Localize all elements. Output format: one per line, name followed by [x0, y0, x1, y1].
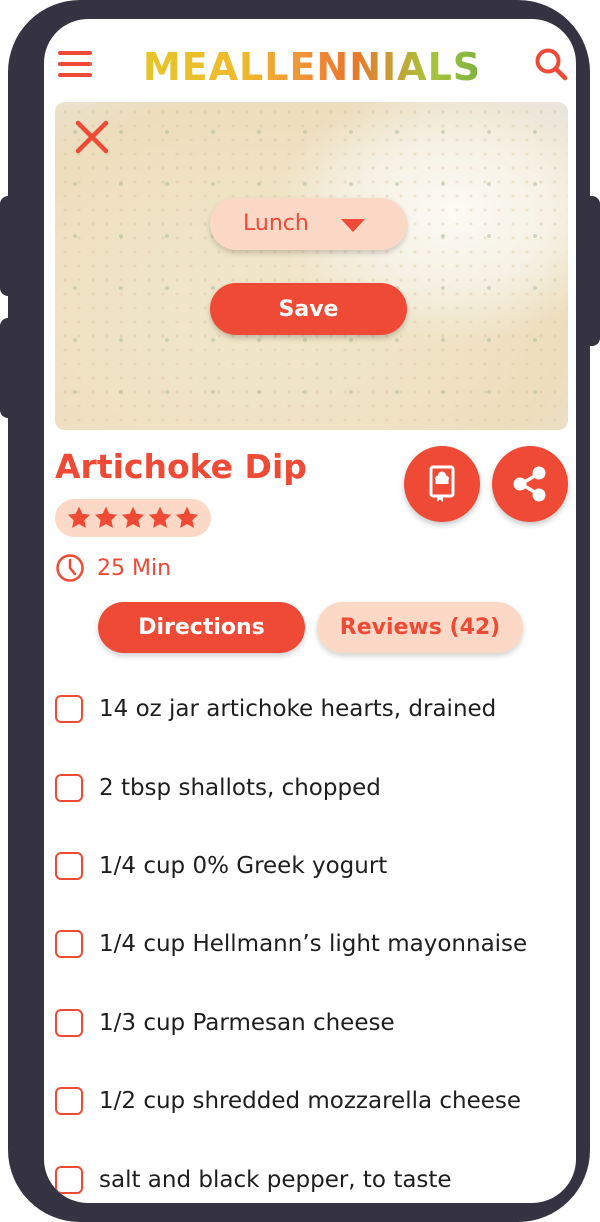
ingredient-text: 1/4 cup Hellmann’s light mayonnaise — [99, 931, 528, 957]
star-icon — [148, 506, 172, 528]
ingredient-text: salt and black pepper, to taste — [99, 1167, 452, 1193]
ingredient-text: 14 oz jar artichoke hearts, drained — [99, 696, 497, 722]
search-icon[interactable] — [533, 46, 569, 82]
add-to-cookbook-button[interactable] — [404, 446, 480, 522]
tab-reviews[interactable]: Reviews (42) — [317, 602, 523, 653]
ingredient-checkbox[interactable] — [55, 852, 83, 880]
recipe-hero-image: Lunch Save — [55, 102, 568, 430]
ingredient-checkbox[interactable] — [55, 930, 83, 958]
ingredient-checkbox[interactable] — [55, 695, 83, 723]
share-button[interactable] — [492, 446, 568, 522]
ingredient-item[interactable]: 1/3 cup Parmesan cheese — [55, 1003, 395, 1043]
cook-time: 25 Min — [55, 552, 171, 584]
app-screen: MEALLENNIALS Lunch Save Artichoke Dip 25… — [44, 19, 576, 1203]
ingredient-item[interactable]: 2 tbsp shallots, chopped — [55, 768, 381, 808]
meal-type-dropdown[interactable]: Lunch — [210, 198, 407, 250]
clock-icon — [56, 554, 84, 582]
ingredient-checkbox[interactable] — [55, 1087, 83, 1115]
share-icon — [513, 466, 546, 502]
star-icon — [94, 506, 118, 528]
ingredient-text: 1/4 cup 0% Greek yogurt — [99, 853, 388, 879]
save-button[interactable]: Save — [210, 283, 407, 335]
tab-directions[interactable]: Directions — [98, 602, 305, 653]
star-rating — [55, 499, 211, 537]
volume-down-button — [0, 318, 14, 418]
meal-type-value: Lunch — [243, 211, 309, 236]
ingredient-item[interactable]: 14 oz jar artichoke hearts, drained — [55, 689, 496, 729]
star-icon — [67, 506, 91, 528]
caret-down-icon — [341, 219, 365, 232]
cook-time-text: 25 Min — [97, 555, 172, 581]
ingredient-text: 2 tbsp shallots, chopped — [99, 775, 381, 801]
star-icon — [175, 506, 199, 528]
star-icon — [121, 506, 145, 528]
ingredient-checkbox[interactable] — [55, 1009, 83, 1037]
hero-overlay — [55, 102, 568, 430]
ingredient-item[interactable]: 1/4 cup 0% Greek yogurt — [55, 846, 387, 886]
cookbook-icon — [429, 465, 455, 502]
ingredient-checkbox[interactable] — [55, 1166, 83, 1194]
ingredient-text: 1/3 cup Parmesan cheese — [99, 1010, 395, 1036]
close-icon[interactable] — [74, 119, 110, 155]
volume-up-button — [0, 196, 14, 296]
power-button — [586, 196, 600, 346]
ingredient-item[interactable]: salt and black pepper, to taste — [55, 1160, 452, 1200]
hamburger-menu-icon[interactable] — [58, 51, 92, 77]
ingredient-item[interactable]: 1/4 cup Hellmann’s light mayonnaise — [55, 924, 527, 964]
ingredient-text: 1/2 cup shredded mozzarella cheese — [99, 1088, 522, 1114]
recipe-title: Artichoke Dip — [55, 447, 307, 486]
ingredient-checkbox[interactable] — [55, 774, 83, 802]
ingredient-item[interactable]: 1/2 cup shredded mozzarella cheese — [55, 1081, 521, 1121]
app-logo-text: MEALLENNIALS — [142, 45, 482, 89]
phone-frame: MEALLENNIALS Lunch Save Artichoke Dip 25… — [8, 0, 590, 1222]
app-logo: MEALLENNIALS — [142, 39, 482, 95]
